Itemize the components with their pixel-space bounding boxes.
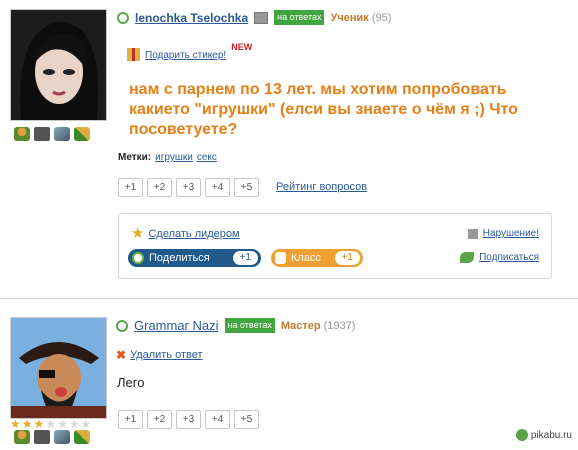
answer-author-name[interactable]: Grammar Nazi xyxy=(134,318,219,333)
vote-plus2-button[interactable]: +2 xyxy=(147,410,172,429)
make-leader-link[interactable]: Сделать лидером xyxy=(148,228,239,240)
user-icon[interactable] xyxy=(14,127,30,141)
user-rank: Мастер (1937) xyxy=(281,320,356,332)
subscribe[interactable]: Подписаться xyxy=(460,252,539,263)
share-count: +1 xyxy=(232,251,258,265)
avatar-portrait-image xyxy=(11,10,106,120)
user-rank: Ученик (95) xyxy=(330,12,391,24)
tags: Метки: игрушки секс xyxy=(118,152,217,163)
vote-plus5-button[interactable]: +5 xyxy=(234,178,259,197)
new-label: NEW xyxy=(231,42,253,52)
share-button[interactable]: Поделиться +1 xyxy=(128,249,261,267)
online-status-icon xyxy=(116,319,128,332)
rank-label: Ученик xyxy=(330,11,369,24)
rank-label: Мастер xyxy=(280,319,321,332)
class-count: +1 xyxy=(334,251,360,265)
watermark-text: pikabu.ru xyxy=(530,429,572,441)
answers-badge: на ответах xyxy=(224,318,275,333)
share-label: Поделиться xyxy=(149,252,210,264)
star-filled-icon: ★ xyxy=(33,417,45,431)
vote-plus1-button[interactable]: +1 xyxy=(118,178,143,197)
author-name[interactable]: lenochka Tselochka xyxy=(135,11,248,25)
user-rating-stars: ★ ★ ★ ★ ★ ★ ★ xyxy=(10,418,91,430)
camera-icon[interactable] xyxy=(34,127,50,141)
delete-answer-link[interactable]: Удалить ответ xyxy=(130,349,202,361)
subscribe-icon xyxy=(460,252,475,263)
delete-answer[interactable]: ✖ Удалить ответ xyxy=(116,348,203,362)
star-empty-icon: ★ xyxy=(45,417,57,431)
class-button[interactable]: Класс +1 xyxy=(271,249,363,267)
report-violation-link[interactable]: Нарушение! xyxy=(483,228,539,239)
author-line: lenochka Tselochka на ответах Ученик (95… xyxy=(117,10,391,25)
question-rating-link[interactable]: Рейтинг вопросов xyxy=(276,181,367,193)
star-filled-icon: ★ xyxy=(10,417,21,431)
vote-plus1-button[interactable]: +1 xyxy=(118,410,143,429)
tags-label: Метки: xyxy=(118,152,152,163)
question-post: lenochka Tselochka на ответах Ученик (95… xyxy=(0,0,578,290)
rank-points: (1937) xyxy=(323,319,356,332)
star-empty-icon: ★ xyxy=(57,417,68,431)
vote-plus5-button[interactable]: +5 xyxy=(234,410,259,429)
photo-icon[interactable] xyxy=(54,430,70,444)
star-empty-icon: ★ xyxy=(68,417,80,431)
question-text: нам с парнем по 13 лет. мы хотим попробо… xyxy=(129,81,518,138)
answer-vote-buttons: +1 +2 +3 +4 +5 xyxy=(118,410,259,429)
tag-link[interactable]: игрушки xyxy=(155,152,193,163)
ok-class-icon xyxy=(275,252,286,264)
gift-sticker[interactable]: Подарить стикер! NEW xyxy=(127,42,252,61)
gift-icon xyxy=(127,48,140,61)
pikabu-logo-icon xyxy=(515,429,528,441)
delete-icon: ✖ xyxy=(116,348,127,362)
edit-icon[interactable] xyxy=(74,127,90,141)
make-leader[interactable]: ★ Сделать лидером xyxy=(131,225,240,242)
vote-plus4-button[interactable]: +4 xyxy=(205,410,230,429)
vote-buttons: +1 +2 +3 +4 +5 xyxy=(118,178,259,197)
rank-points: (95) xyxy=(371,11,392,24)
share-icon xyxy=(132,252,144,264)
answer-user-tools xyxy=(14,430,90,444)
answer-author-line: Grammar Nazi на ответах Мастер (1937) xyxy=(116,318,355,333)
vote-plus3-button[interactable]: +3 xyxy=(176,178,201,197)
user-icon[interactable] xyxy=(14,430,30,444)
vote-plus3-button[interactable]: +3 xyxy=(176,410,201,429)
gift-sticker-link[interactable]: Подарить стикер! xyxy=(145,50,226,61)
report-violation[interactable]: Нарушение! xyxy=(467,228,539,239)
vote-plus2-button[interactable]: +2 xyxy=(147,178,172,197)
star-icon: ★ xyxy=(131,225,145,242)
flag-icon xyxy=(467,228,478,239)
star-empty-icon: ★ xyxy=(80,417,92,431)
star-filled-icon: ★ xyxy=(21,417,33,431)
online-status-icon xyxy=(117,11,129,24)
vote-plus4-button[interactable]: +4 xyxy=(205,178,230,197)
answer-author-avatar[interactable] xyxy=(10,317,107,419)
answers-badge: на ответах xyxy=(274,10,325,25)
user-tools xyxy=(14,127,90,141)
photo-icon[interactable] xyxy=(54,127,70,141)
edit-icon[interactable] xyxy=(74,430,90,444)
watermark: pikabu.ru xyxy=(515,429,572,441)
camera-icon[interactable] xyxy=(34,430,50,444)
class-label: Класс xyxy=(291,252,321,264)
answer-text: Лего xyxy=(117,375,145,390)
subscribe-link[interactable]: Подписаться xyxy=(479,252,539,263)
tag-link[interactable]: секс xyxy=(197,152,217,163)
avatar-pirate-image xyxy=(11,318,106,418)
post-divider xyxy=(0,298,578,299)
mail-icon[interactable] xyxy=(254,11,269,24)
user-avatar[interactable] xyxy=(10,9,107,121)
action-panel: ★ Сделать лидером Поделиться +1 Класс +1… xyxy=(118,213,552,279)
